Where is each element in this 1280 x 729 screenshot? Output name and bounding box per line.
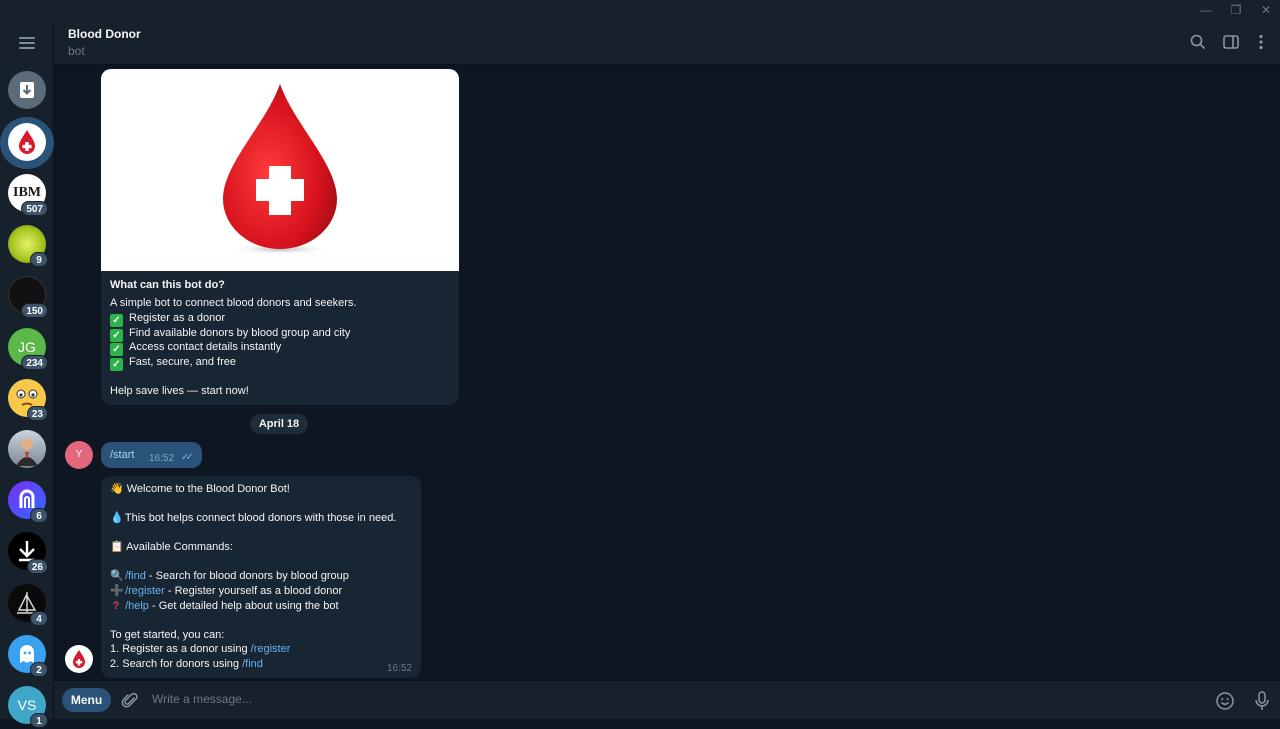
chat-tech-signals[interactable]: 9 [8,225,48,267]
chat-group-dark[interactable]: 150 [8,276,48,318]
help-command-link[interactable]: /help [125,600,149,612]
chat-ibm[interactable]: IBM 507 [8,174,48,216]
chat-blood-donor[interactable] [8,123,46,161]
chat-ship[interactable]: 4 [8,584,48,626]
chat-ghost[interactable]: 2 [8,635,48,677]
chat-vs[interactable]: VS 1 [8,686,48,728]
chat-subtitle: bot [68,44,85,58]
chat-header: Blood Donor bot [54,20,1280,65]
chat-archive[interactable] [8,71,46,109]
outgoing-message[interactable]: /start 16:52 ✓✓ [101,442,202,468]
check-icon: ✓ [110,358,123,371]
message-time: 16:52 [149,453,175,464]
bot-intro-image [101,69,459,271]
unread-badge: 26 [26,559,48,574]
unread-badge: 150 [21,303,48,318]
messages-area: What can this bot do? A simple bot to co… [54,65,1280,680]
message-composer: Menu Write a message... [54,680,1280,719]
chat-emoji[interactable]: 23 [8,379,48,421]
intro-feature-item: ✓ Register as a donor [110,311,225,327]
register-command-link[interactable]: /register [251,643,291,655]
step-2: 2. Search for donors using /find [110,658,263,670]
close-button[interactable]: ✕ [1258,2,1274,18]
magnifier-icon: 🔍 [110,570,124,582]
purpose-line: 💧 This bot helps connect blood donors wi… [110,512,397,524]
chat-list-rail: IBM 507 9 150 JG 234 23 6 26 4 2 VS 1 [0,20,54,728]
emoji-icon[interactable] [1215,691,1235,711]
sidebar-toggle-icon[interactable] [1222,33,1240,51]
command-help-line: ? /help - Get detailed help about using … [110,599,339,614]
blood-drop-icon [8,123,46,161]
find-command-link[interactable]: /find [242,658,263,670]
chat-arrow[interactable]: 26 [8,532,48,574]
chat-title[interactable]: Blood Donor [68,27,141,41]
user-avatar[interactable]: Y [65,441,93,469]
minimize-button[interactable]: — [1198,2,1214,18]
incoming-message[interactable]: 👋 Welcome to the Blood Donor Bot! 💧 This… [101,476,421,678]
chat-n[interactable]: 6 [8,481,48,523]
find-command-link[interactable]: /find [125,570,146,582]
unread-badge: 507 [21,201,48,216]
unread-badge: 234 [21,355,48,370]
chat-person[interactable] [8,430,46,468]
bot-intro-card: What can this bot do? A simple bot to co… [101,69,459,405]
date-separator[interactable]: April 18 [250,414,308,434]
intro-description: A simple bot to connect blood donors and… [110,297,357,309]
welcome-line: 👋 Welcome to the Blood Donor Bot! [110,483,290,495]
title-bar: — ❐ ✕ [0,0,1280,20]
step-1: 1. Register as a donor using /register [110,643,291,655]
unread-badge: 23 [26,406,48,421]
intro-title: What can this bot do? [110,279,225,291]
command-register-line: ➕ /register - Register yourself as a blo… [110,585,343,597]
microphone-icon[interactable] [1252,690,1272,712]
maximize-button[interactable]: ❐ [1228,2,1244,18]
question-icon: ? [112,600,120,612]
message-text: /start [110,449,135,461]
unread-badge: 1 [30,713,48,728]
paperclip-icon[interactable] [121,691,139,709]
unread-badge: 9 [30,252,48,267]
read-checkmarks-icon: ✓✓ [181,452,194,463]
more-options-icon[interactable] [1252,33,1270,51]
unread-badge: 2 [30,662,48,677]
intro-cta: Help save lives — start now! [110,385,249,397]
intro-feature-item: ✓ Access contact details instantly [110,340,281,356]
start-text: To get started, you can: [110,629,225,641]
archive-icon [8,71,46,109]
menu-icon[interactable] [19,37,35,49]
intro-feature-item: ✓ Fast, secure, and free [110,355,236,371]
register-command-link[interactable]: /register [125,585,165,597]
unread-badge: 4 [30,611,48,626]
unread-badge: 6 [30,508,48,523]
search-icon[interactable] [1189,33,1207,51]
drop-icon: 💧 [110,512,124,524]
bot-menu-button[interactable]: Menu [62,688,111,712]
bot-avatar[interactable] [65,645,93,673]
plus-icon: ➕ [110,585,124,597]
message-time: 16:52 [386,663,412,674]
person-avatar [8,430,46,468]
message-input[interactable]: Write a message... [152,692,252,706]
command-find-line: 🔍 /find - Search for blood donors by blo… [110,570,349,582]
commands-header: 📋 Available Commands: [110,541,233,553]
chat-jg[interactable]: JG 234 [8,328,48,370]
